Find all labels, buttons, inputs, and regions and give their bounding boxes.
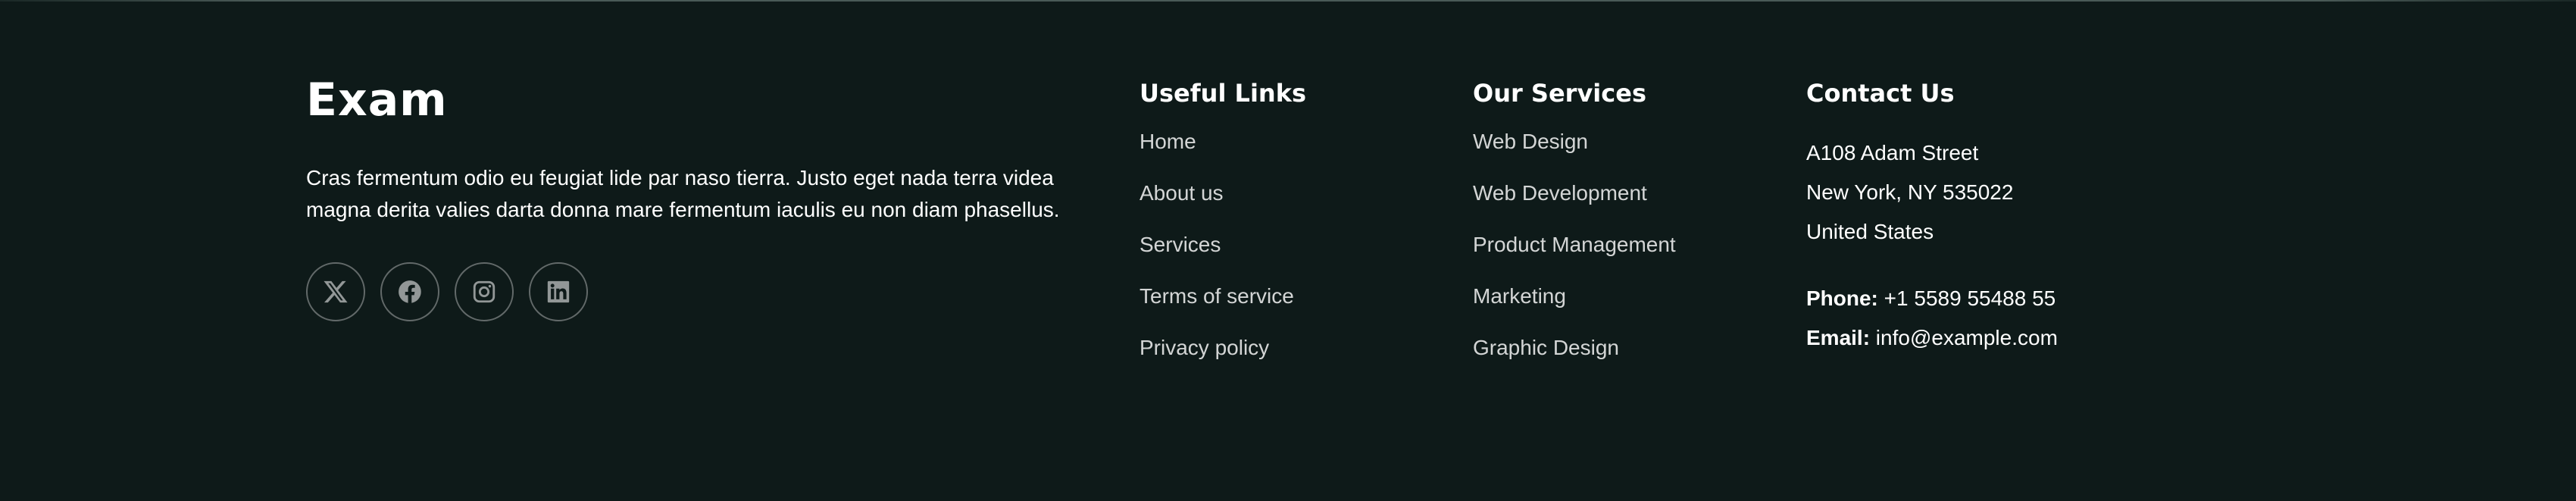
footer-link-services[interactable]: Services: [1140, 232, 1306, 258]
instagram-link[interactable]: [455, 262, 514, 321]
useful-links-heading: Useful Links: [1140, 79, 1307, 108]
footer-link-home[interactable]: Home: [1140, 129, 1306, 155]
linkedin-icon: [547, 280, 570, 303]
service-link-product-management[interactable]: Product Management: [1473, 232, 1676, 258]
footer-logo[interactable]: Exam: [306, 73, 1079, 127]
email-label: Email:: [1806, 326, 1871, 349]
footer-about-column: Exam Cras fermentum odio eu feugiat lide…: [306, 73, 1079, 321]
service-link-marketing[interactable]: Marketing: [1473, 283, 1676, 309]
footer-link-privacy[interactable]: Privacy policy: [1140, 335, 1306, 361]
address-line-country: United States: [1806, 220, 1934, 243]
footer-link-about[interactable]: About us: [1140, 180, 1306, 206]
linkedin-link[interactable]: [529, 262, 588, 321]
social-links: [306, 262, 1079, 321]
services-heading: Our Services: [1473, 79, 1646, 108]
contact-details: A108 Adam Street New York, NY 535022 Uni…: [1806, 133, 2058, 358]
useful-links-list: Home About us Services Terms of service …: [1140, 129, 1306, 361]
service-link-web-development[interactable]: Web Development: [1473, 180, 1676, 206]
contact-email: Email: info@example.com: [1806, 318, 2058, 358]
address-line-street: A108 Adam Street: [1806, 141, 1979, 164]
useful-links-column: Useful Links Home About us Services Term…: [1140, 79, 1306, 387]
phone-label: Phone:: [1806, 287, 1878, 310]
instagram-icon: [473, 280, 496, 303]
contact-phone: Phone: +1 5589 55488 55: [1806, 279, 2058, 318]
service-link-web-design[interactable]: Web Design: [1473, 129, 1676, 155]
service-link-graphic-design[interactable]: Graphic Design: [1473, 335, 1676, 361]
services-column: Our Services Web Design Web Development …: [1473, 79, 1676, 387]
footer-description: Cras fermentum odio eu feugiat lide par …: [306, 166, 1060, 221]
services-list: Web Design Web Development Product Manag…: [1473, 129, 1676, 361]
footer-link-terms[interactable]: Terms of service: [1140, 283, 1306, 309]
x-twitter-icon: [324, 280, 348, 303]
phone-value[interactable]: +1 5589 55488 55: [1878, 287, 2056, 310]
facebook-link[interactable]: [380, 262, 439, 321]
email-value[interactable]: info@example.com: [1870, 326, 2058, 349]
contact-spacer: [1806, 252, 2058, 279]
x-twitter-link[interactable]: [306, 262, 365, 321]
facebook-icon: [399, 280, 421, 303]
contact-heading: Contact Us: [1806, 79, 1955, 108]
address-line-city: New York, NY 535022: [1806, 180, 2014, 204]
contact-column: Contact Us A108 Adam Street New York, NY…: [1806, 79, 2058, 358]
site-footer: Exam Cras fermentum odio eu feugiat lide…: [306, 0, 2270, 501]
